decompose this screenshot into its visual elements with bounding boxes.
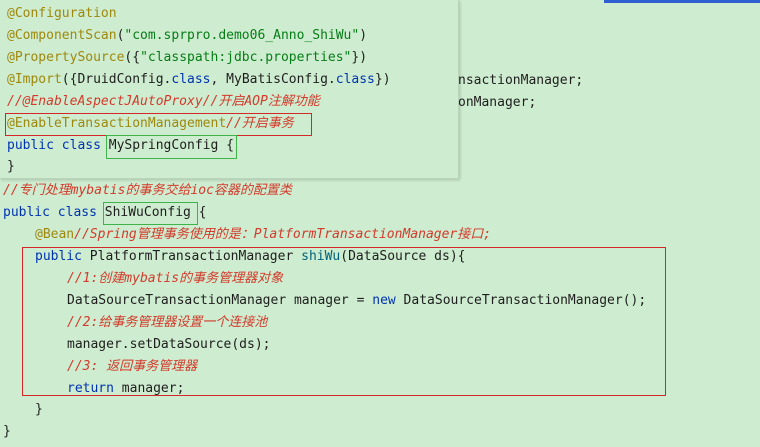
popup-line-aop-comment: //@EnableAspectJAutoProxy//开启AOP注解功能 [7, 94, 320, 109]
bg-fragment-line: onManager; [458, 95, 537, 110]
popup-line-close: } [7, 159, 15, 174]
popup-line-import: @Import({DruidConfig.class, MyBatisConfi… [7, 72, 391, 87]
quick-definition-popup[interactable]: @Configuration @ComponentScan("com.sprpr… [0, 0, 459, 179]
highlight-class-name-box [103, 202, 198, 225]
class-close-brace: } [3, 424, 11, 439]
highlight-enable-transaction-box [5, 113, 312, 136]
popup-line-componentscan: @ComponentScan("com.sprpro.demo06_Anno_S… [7, 28, 368, 43]
editor-top-accent [604, 0, 760, 3]
popup-line-propertysource: @PropertySource({"classpath:jdbc.propert… [7, 50, 368, 65]
method-close-brace: } [35, 402, 43, 417]
highlight-method-box [22, 247, 666, 396]
class-comment: //专门处理mybatis的事务交给ioc容器的配置类 [3, 183, 292, 198]
highlight-myspringconfig-box [106, 135, 237, 159]
popup-line-configuration: @Configuration [7, 6, 117, 21]
bean-annotation-line: @Bean//Spring管理事务使用的是：PlatformTransactio… [35, 227, 492, 242]
bg-fragment-line: nsactionManager; [458, 73, 584, 88]
